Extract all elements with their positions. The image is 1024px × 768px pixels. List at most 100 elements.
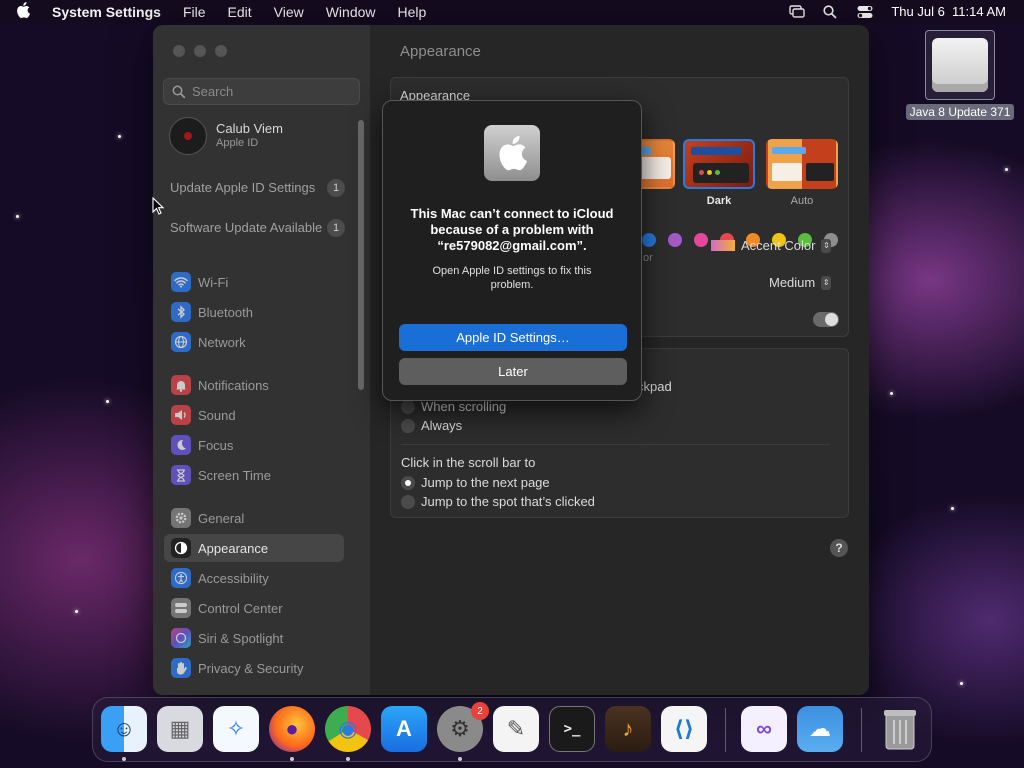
sidebar-item-label: Control Center (198, 600, 283, 616)
click-scroll-bar-label: Click in the scroll bar to (401, 455, 536, 470)
gear-icon (171, 508, 191, 528)
vscode-icon[interactable]: ⟨⟩ (661, 706, 707, 752)
sidebar: Search Calub Viem Apple ID Update Apple … (153, 25, 370, 695)
alert-message: Open Apple ID settings to fix this probl… (432, 265, 592, 291)
highlight-swatch (711, 240, 735, 251)
minimize-button[interactable] (194, 45, 206, 57)
wallpaper-tinting-toggle[interactable] (813, 312, 839, 327)
radio-jump-spot-clicked[interactable]: Jump to the spot that’s clicked (401, 494, 595, 509)
popup-stepper-icon: ⇕ (821, 238, 832, 253)
visual-studio-icon[interactable]: ∞ (741, 706, 787, 752)
account-subtitle: Apple ID (216, 137, 259, 149)
menu-help[interactable]: Help (398, 4, 427, 20)
apple-id-settings-button[interactable]: Apple ID Settings… (399, 324, 627, 351)
control-center-icon[interactable] (857, 5, 873, 19)
siri-icon (171, 628, 191, 648)
dock-separator (861, 708, 862, 752)
sidebar-item-screen-time[interactable]: Screen Time (164, 461, 344, 489)
menu-bar: System Settings File Edit View Window He… (0, 0, 1024, 23)
spotlight-search-icon[interactable] (823, 4, 839, 19)
sidebar-item-siri-spotlight[interactable]: Siri & Spotlight (164, 624, 344, 652)
system-settings-icon[interactable]: ⚙ 2 (437, 702, 489, 752)
radio-always[interactable]: Always (401, 418, 462, 433)
sidebar-scrollbar[interactable] (358, 120, 364, 390)
theme-label: Dark (706, 195, 732, 207)
screen-mirroring-icon[interactable] (789, 4, 806, 19)
drive-label: Java 8 Update 371 (905, 104, 1015, 120)
update-apple-id-settings-item[interactable]: Update Apple ID Settings 1 (170, 179, 345, 197)
accent-color-purple[interactable] (668, 233, 682, 247)
search-field[interactable]: Search (163, 78, 360, 105)
accessibility-icon (171, 568, 191, 588)
radio-button (401, 399, 415, 414)
alert-title: This Mac can’t connect to iCloud because… (410, 206, 614, 253)
trash-icon[interactable] (877, 706, 923, 752)
sidebar-item-control-center[interactable]: Control Center (164, 594, 344, 622)
menu-clock[interactable]: Thu Jul 6 11:14 AM (891, 4, 1006, 19)
hand-icon (171, 658, 191, 678)
help-button[interactable]: ? (830, 539, 848, 557)
page-title: Appearance (400, 43, 481, 60)
star (951, 507, 954, 510)
running-indicator (346, 757, 350, 761)
sidebar-icon-size-popup[interactable]: Medium ⇕ (769, 275, 832, 290)
accent-color-pink[interactable] (694, 233, 708, 247)
search-placeholder: Search (192, 84, 234, 99)
menu-app-name[interactable]: System Settings (52, 4, 161, 20)
highlight-color-popup[interactable]: Accent Color ⇕ (711, 238, 832, 253)
garageband-icon[interactable]: ♪ (605, 706, 651, 752)
close-button[interactable] (173, 45, 185, 57)
radio-when-scrolling[interactable]: When scrolling (401, 399, 506, 414)
launchpad-icon[interactable]: ▦ (157, 706, 203, 752)
popup-stepper-icon: ⇕ (821, 275, 832, 290)
divider (401, 444, 830, 445)
sidebar-item-notifications[interactable]: Notifications (164, 371, 344, 399)
desktop-drive[interactable]: Java 8 Update 371 (900, 30, 1020, 121)
apple-id-account[interactable]: Calub Viem Apple ID (169, 117, 283, 155)
radio-jump-next-page[interactable]: Jump to the next page (401, 475, 550, 490)
sidebar-item-general[interactable]: General (164, 504, 344, 532)
sidebar-item-wifi[interactable]: Wi-Fi (164, 268, 344, 296)
menu-file[interactable]: File (183, 4, 206, 20)
star (960, 682, 963, 685)
window-controls (173, 45, 227, 57)
sidebar-item-accessibility[interactable]: Accessibility (164, 564, 344, 592)
firefox-icon[interactable]: ● (269, 706, 315, 752)
running-indicator (122, 757, 126, 761)
bluetooth-icon (171, 302, 191, 322)
mouse-pointer-icon (152, 196, 165, 220)
sidebar-item-label: Network (198, 334, 246, 350)
radio-button (401, 418, 415, 433)
star (1005, 168, 1008, 171)
theme-auto[interactable]: Auto (766, 139, 838, 207)
menu-edit[interactable]: Edit (228, 4, 252, 20)
textedit-icon[interactable]: ✎ (493, 706, 539, 752)
accent-color-blue[interactable] (642, 233, 656, 247)
theme-dark[interactable]: Dark (683, 139, 755, 207)
sidebar-item-bluetooth[interactable]: Bluetooth (164, 298, 344, 326)
sidebar-item-label: Focus (198, 437, 234, 453)
menu-view[interactable]: View (274, 4, 304, 20)
chrome-icon[interactable]: ◉ (325, 706, 371, 752)
apple-menu-icon[interactable] (16, 1, 38, 22)
star (75, 610, 78, 613)
sidebar-item-sound[interactable]: Sound (164, 401, 344, 429)
weather-icon[interactable]: ☁ (797, 706, 843, 752)
app-store-icon[interactable]: A (381, 706, 427, 752)
avatar (169, 117, 207, 155)
terminal-icon[interactable]: >_ (549, 706, 595, 752)
finder-icon[interactable]: ☺ (101, 706, 147, 752)
running-indicator (290, 757, 294, 761)
software-update-item[interactable]: Software Update Available 1 (170, 219, 345, 237)
sidebar-item-network[interactable]: Network (164, 328, 344, 356)
sidebar-item-focus[interactable]: Focus (164, 431, 344, 459)
sidebar-item-privacy-security[interactable]: Privacy & Security (164, 654, 344, 682)
safari-icon[interactable]: ✧ (213, 706, 259, 752)
later-button[interactable]: Later (399, 358, 627, 385)
menu-window[interactable]: Window (326, 4, 376, 20)
sidebar-item-appearance[interactable]: Appearance (164, 534, 344, 562)
globe-icon (171, 332, 191, 352)
star (118, 135, 121, 138)
sidebar-item-label: Notifications (198, 377, 269, 393)
zoom-button[interactable] (215, 45, 227, 57)
